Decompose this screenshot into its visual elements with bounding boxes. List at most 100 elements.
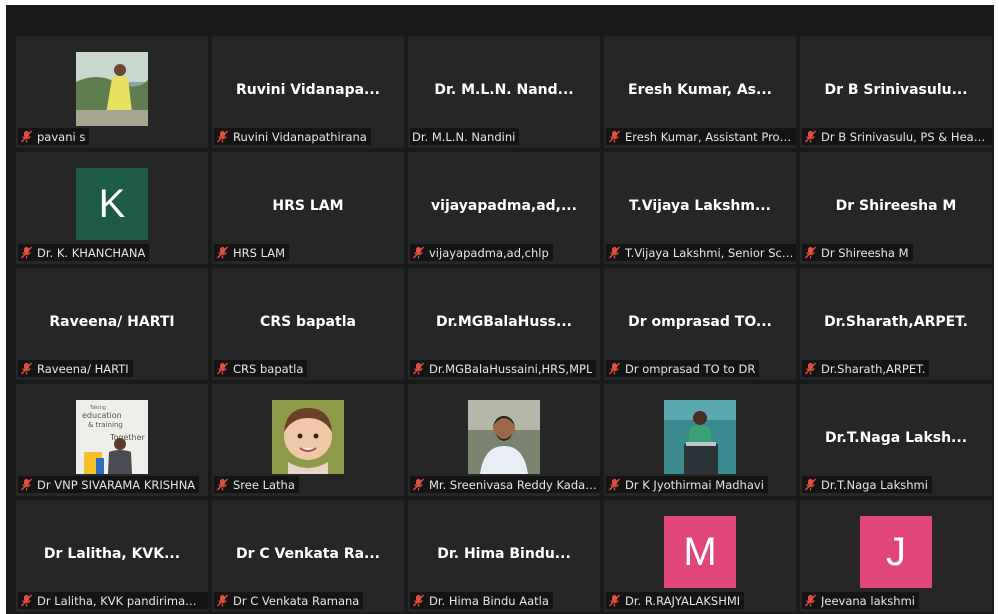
participant-name-label: pavani s [37, 129, 86, 144]
poster-text: Together [109, 433, 146, 442]
participant-label: Dr. M.L.N. Nandini [410, 128, 520, 145]
participant-name-label: Raveena/ HARTI [37, 361, 129, 376]
participant-name-label: vijayapadma,ad,chlp [429, 245, 549, 260]
participant-name-label: CRS bapatla [233, 361, 304, 376]
participant-tile[interactable]: J Jeevana lakshmi [800, 500, 992, 612]
participant-name-label: Dr. K. KHANCHANA [37, 245, 146, 260]
mic-muted-icon [216, 130, 229, 143]
participant-label: Dr. K. KHANCHANA [18, 244, 150, 261]
participant-label: Dr.T.Naga Lakshmi [802, 476, 932, 493]
participant-tile[interactable]: Dr C Venkata Ra... Dr C Venkata Ramana [212, 500, 404, 612]
participant-tile[interactable]: Dr Lalitha, KVK... Dr Lalitha, KVK pandi… [16, 500, 208, 612]
participant-label: Raveena/ HARTI [18, 360, 133, 377]
participant-label: CRS bapatla [214, 360, 308, 377]
mic-muted-icon [804, 594, 817, 607]
participant-label: Dr C Venkata Ramana [214, 592, 364, 609]
participant-name-label: Mr. Sreenivasa Reddy Kadapa [429, 477, 598, 492]
participant-tile[interactable]: Dr B Srinivasulu... Dr B Srinivasulu, PS… [800, 36, 992, 148]
participant-label: Sree Latha [214, 476, 299, 493]
participant-label: Dr omprasad TO to DR [606, 360, 760, 377]
participant-name-label: Dr.T.Naga Lakshmi [821, 477, 928, 492]
participant-display-name: T.Vijaya Lakshm... [629, 198, 771, 214]
participant-label: Eresh Kumar, Assistant Proff, ... [606, 128, 796, 145]
participant-display-name: Dr. Hima Bindu... [437, 546, 571, 562]
mic-muted-icon [804, 362, 817, 375]
mic-muted-icon [412, 362, 425, 375]
participant-tile[interactable]: Dr Shireesha M Dr Shireesha M [800, 152, 992, 264]
participant-display-name: CRS bapatla [260, 314, 356, 330]
poster-text: & training [88, 421, 123, 429]
participant-tile[interactable]: Ruvini Vidanapa... Ruvini Vidanapathiran… [212, 36, 404, 148]
mic-muted-icon [804, 130, 817, 143]
participant-video: Taking education & training Together [76, 400, 148, 474]
mic-muted-icon [608, 246, 621, 259]
participant-label: Mr. Sreenivasa Reddy Kadapa [410, 476, 600, 493]
participant-name-label: Dr Lalitha, KVK pandirimamidi [37, 593, 206, 608]
mic-muted-icon [804, 478, 817, 491]
participant-tile[interactable]: Mr. Sreenivasa Reddy Kadapa [408, 384, 600, 496]
participant-tile[interactable]: Dr. Hima Bindu... Dr. Hima Bindu Aatla [408, 500, 600, 612]
participant-tile[interactable]: Dr. M.L.N. Nand... Dr. M.L.N. Nandini [408, 36, 600, 148]
participant-tile[interactable]: vijayapadma,ad,... vijayapadma,ad,chlp [408, 152, 600, 264]
participant-tile[interactable]: Dr.T.Naga Laksh... Dr.T.Naga Lakshmi [800, 384, 992, 496]
participant-tile[interactable]: M Dr. R.RAJYALAKSHMI [604, 500, 796, 612]
participant-display-name: vijayapadma,ad,... [431, 198, 577, 214]
participant-name-label: Dr K Jyothirmai Madhavi [625, 477, 764, 492]
participant-display-name: Dr. M.L.N. Nand... [434, 82, 574, 98]
participant-display-name: Dr Shireesha M [835, 198, 957, 214]
participant-display-name: Dr C Venkata Ra... [235, 546, 381, 562]
participant-tile[interactable]: CRS bapatla CRS bapatla [212, 268, 404, 380]
participant-video [468, 400, 540, 474]
avatar: K [76, 168, 148, 240]
participant-label: Dr Shireesha M [802, 244, 913, 261]
participant-label: Dr. Hima Bindu Aatla [410, 592, 553, 609]
participant-display-name: Ruvini Vidanapa... [235, 82, 380, 98]
participant-name-label: Ruvini Vidanapathirana [233, 129, 367, 144]
participant-label: HRS LAM [214, 244, 290, 261]
participant-name-label: Sree Latha [233, 477, 295, 492]
participant-label: vijayapadma,ad,chlp [410, 244, 553, 261]
participant-label: Dr VNP SIVARAMA KRISHNA [18, 476, 200, 493]
participant-label: Dr. R.RAJYALAKSHMI [606, 592, 745, 609]
participant-tile[interactable]: pavani s [16, 36, 208, 148]
participant-tile[interactable]: K Dr. K. KHANCHANA [16, 152, 208, 264]
participant-tile[interactable]: T.Vijaya Lakshm... T.Vijaya Lakshmi, Sen… [604, 152, 796, 264]
mic-muted-icon [20, 478, 33, 491]
participant-gallery: pavani s Ruvini Vidanapa... Ruvini Vidan… [16, 36, 992, 612]
participant-label: Dr.Sharath,ARPET. [802, 360, 930, 377]
meeting-window: pavani s Ruvini Vidanapa... Ruvini Vidan… [6, 5, 994, 614]
participant-name-label: Dr. M.L.N. Nandini [412, 129, 516, 144]
mic-muted-icon [412, 246, 425, 259]
mic-muted-icon [608, 130, 621, 143]
avatar: J [860, 516, 932, 588]
mic-muted-icon [216, 594, 229, 607]
mic-muted-icon [216, 246, 229, 259]
participant-tile[interactable]: Dr omprasad TO... Dr omprasad TO to DR [604, 268, 796, 380]
participant-video [272, 400, 344, 474]
participant-name-label: Dr B Srinivasulu, PS & Head, ... [821, 129, 990, 144]
participant-name-label: Dr. Hima Bindu Aatla [429, 593, 549, 608]
participant-tile[interactable]: Raveena/ HARTI Raveena/ HARTI [16, 268, 208, 380]
participant-name-label: Eresh Kumar, Assistant Proff, ... [625, 129, 794, 144]
participant-tile[interactable]: Eresh Kumar, As... Eresh Kumar, Assistan… [604, 36, 796, 148]
participant-name-label: Dr. R.RAJYALAKSHMI [625, 593, 741, 608]
participant-label: Jeevana lakshmi [802, 592, 919, 609]
participant-tile[interactable]: Dr.Sharath,ARPET. Dr.Sharath,ARPET. [800, 268, 992, 380]
participant-tile[interactable]: Dr.MGBalaHuss... Dr.MGBalaHussaini,HRS,M… [408, 268, 600, 380]
mic-muted-icon [608, 478, 621, 491]
participant-label: Dr.MGBalaHussaini,HRS,MPL [410, 360, 597, 377]
participant-tile[interactable]: Taking education & training Together Dr … [16, 384, 208, 496]
participant-name-label: Dr.Sharath,ARPET. [821, 361, 926, 376]
participant-display-name: HRS LAM [272, 198, 344, 214]
participant-name-label: Dr VNP SIVARAMA KRISHNA [37, 477, 196, 492]
mic-muted-icon [216, 478, 229, 491]
poster-text: education [82, 411, 122, 420]
mic-muted-icon [412, 594, 425, 607]
participant-label: Dr Lalitha, KVK pandirimamidi [18, 592, 208, 609]
participant-display-name: Raveena/ HARTI [49, 314, 175, 330]
participant-tile[interactable]: Sree Latha [212, 384, 404, 496]
participant-tile[interactable]: HRS LAM HRS LAM [212, 152, 404, 264]
participant-name-label: T.Vijaya Lakshmi, Senior Scien... [625, 245, 794, 260]
participant-video [664, 400, 736, 474]
participant-tile[interactable]: Dr K Jyothirmai Madhavi [604, 384, 796, 496]
